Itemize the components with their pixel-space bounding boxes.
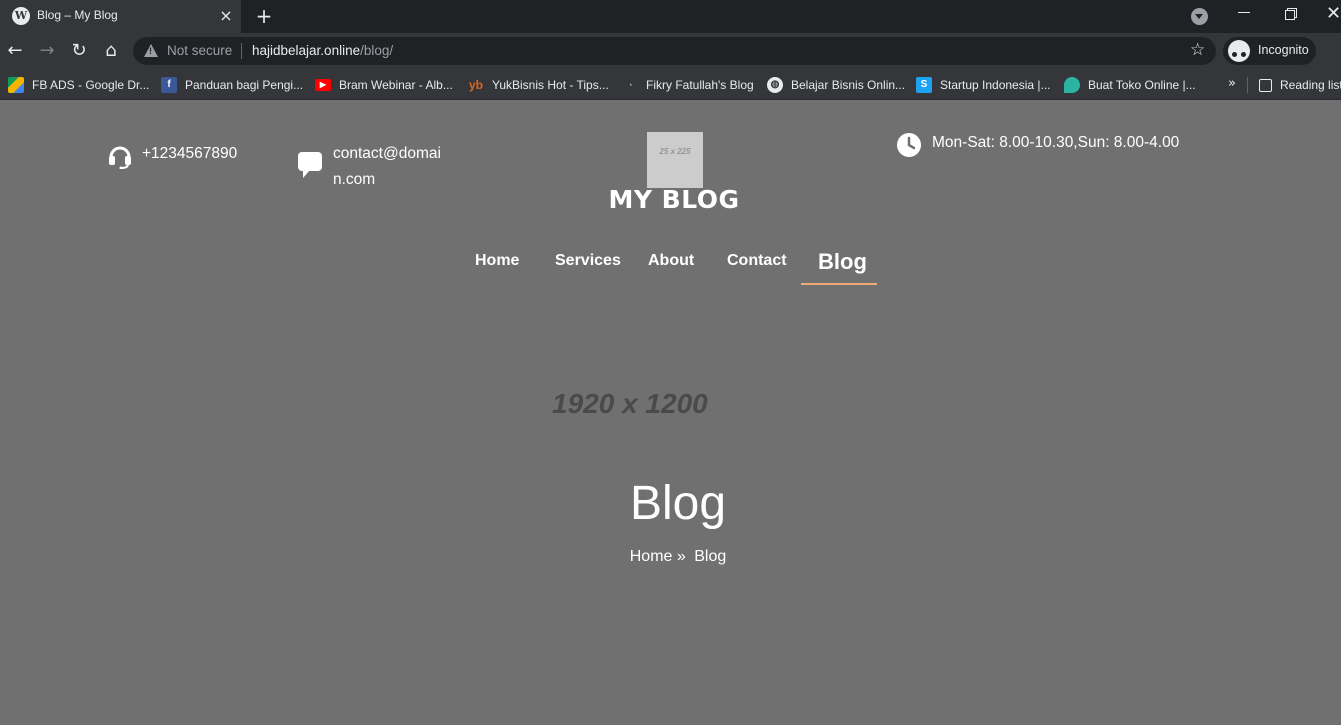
yb-icon: yb xyxy=(468,78,483,92)
tab-search-icon[interactable] xyxy=(1191,8,1208,25)
startup-s-icon: S xyxy=(916,77,932,93)
restore-icon[interactable] xyxy=(1285,8,1297,20)
header-hours: Mon-Sat: 8.00-10.30,Sun: 8.00-4.00 xyxy=(932,134,1180,151)
google-drive-icon xyxy=(8,77,24,93)
header-email[interactable]: contact@domai n.com xyxy=(333,141,441,193)
reading-list-button[interactable]: Reading list xyxy=(1259,75,1341,95)
reload-icon[interactable]: ↻ xyxy=(66,38,92,64)
bookmarks-bar: FB ADS - Google Dr... f Panduan bagi Pen… xyxy=(0,69,1341,100)
header-phone[interactable]: +1234567890 xyxy=(142,141,237,167)
url-text[interactable]: hajidbelajar.online/blog/ xyxy=(252,43,393,58)
headset-icon xyxy=(109,146,131,169)
breadcrumb-current: Blog xyxy=(694,548,727,565)
tab-strip: W Blog – My Blog × + ✕ xyxy=(0,0,1341,33)
clock-icon xyxy=(897,133,921,157)
bookmark-item[interactable]: Buat Toko Online |... xyxy=(1064,75,1196,95)
forward-arrow-icon[interactable]: → xyxy=(34,38,60,64)
globe-icon: ◍ xyxy=(767,77,783,93)
security-status[interactable]: Not secure xyxy=(167,43,232,58)
bookmark-label: Fikry Fatullah's Blog xyxy=(646,78,754,92)
new-tab-button[interactable]: + xyxy=(252,4,276,28)
back-arrow-icon[interactable]: ← xyxy=(2,38,28,64)
nav-blog[interactable]: Blog xyxy=(818,249,867,275)
bookmark-label: YukBisnis Hot - Tips... xyxy=(492,78,609,92)
bookmark-item[interactable]: FB ADS - Google Dr... xyxy=(8,75,149,95)
reading-list-icon xyxy=(1259,78,1272,92)
bookmark-item[interactable]: ◔ Fikry Fatullah's Blog xyxy=(622,75,754,95)
incognito-label: Incognito xyxy=(1258,43,1309,57)
incognito-profile-button[interactable]: Incognito xyxy=(1223,37,1316,65)
bookmark-label: Panduan bagi Pengi... xyxy=(185,78,304,92)
tab-close-icon[interactable]: × xyxy=(216,6,236,26)
hero-image-placeholder: 1920 x 1200 xyxy=(552,388,708,419)
breadcrumb-home[interactable]: Home xyxy=(630,548,673,565)
close-window-icon[interactable]: ✕ xyxy=(1326,3,1341,24)
incognito-icon xyxy=(1228,40,1250,62)
bookmark-item[interactable]: yb YukBisnis Hot - Tips... xyxy=(468,75,609,95)
active-nav-indicator xyxy=(801,283,877,285)
page-content: +1234567890 contact@domai n.com 25 x 225 … xyxy=(0,101,1341,725)
bookmark-item[interactable]: ◍ Belajar Bisnis Onlin... xyxy=(767,75,905,95)
bookmark-item[interactable]: ▶ Bram Webinar - Alb... xyxy=(315,75,453,95)
balloon-icon xyxy=(1064,77,1080,93)
bookmark-item[interactable]: f Panduan bagi Pengi... xyxy=(161,75,303,95)
site-title[interactable]: MY BLOG xyxy=(575,185,773,214)
active-tab[interactable]: W Blog – My Blog × xyxy=(0,0,241,33)
nav-services[interactable]: Services xyxy=(555,252,621,270)
breadcrumb: Home » Blog xyxy=(560,548,796,566)
youtube-icon: ▶ xyxy=(315,79,331,91)
nav-about[interactable]: About xyxy=(648,252,694,270)
nav-home[interactable]: Home xyxy=(475,252,519,270)
bookmark-label: Buat Toko Online |... xyxy=(1088,78,1196,92)
site-logo[interactable]: 25 x 225 xyxy=(647,132,703,188)
address-bar[interactable]: Not secure hajidbelajar.online/blog/ ☆ xyxy=(133,37,1216,65)
divider xyxy=(1247,77,1248,93)
wordpress-icon: W xyxy=(12,7,30,25)
home-icon[interactable]: ⌂ xyxy=(98,38,124,64)
bookmark-item[interactable]: S Startup Indonesia |... xyxy=(916,75,1051,95)
reading-list-label: Reading list xyxy=(1280,78,1341,92)
facebook-icon: f xyxy=(161,77,177,93)
bookmark-label: FB ADS - Google Dr... xyxy=(32,78,150,92)
bookmark-star-icon[interactable]: ☆ xyxy=(1190,40,1205,60)
browser-toolbar: ← → ↻ ⌂ Not secure hajidbelajar.online/b… xyxy=(0,33,1341,69)
divider xyxy=(241,43,242,59)
bookmark-label: Startup Indonesia |... xyxy=(940,78,1051,92)
blog-icon: ◔ xyxy=(627,80,633,90)
warning-icon[interactable] xyxy=(144,44,158,57)
chat-bubble-icon xyxy=(298,152,322,178)
minimize-icon[interactable] xyxy=(1238,12,1250,13)
bookmark-label: Bram Webinar - Alb... xyxy=(339,78,453,92)
breadcrumb-separator: » xyxy=(676,548,686,565)
tab-title: Blog – My Blog xyxy=(37,8,118,22)
bookmark-label: Belajar Bisnis Onlin... xyxy=(791,78,906,92)
bookmarks-overflow-button[interactable]: » xyxy=(1228,76,1236,91)
nav-contact[interactable]: Contact xyxy=(727,252,787,270)
page-title: Blog xyxy=(629,477,727,530)
